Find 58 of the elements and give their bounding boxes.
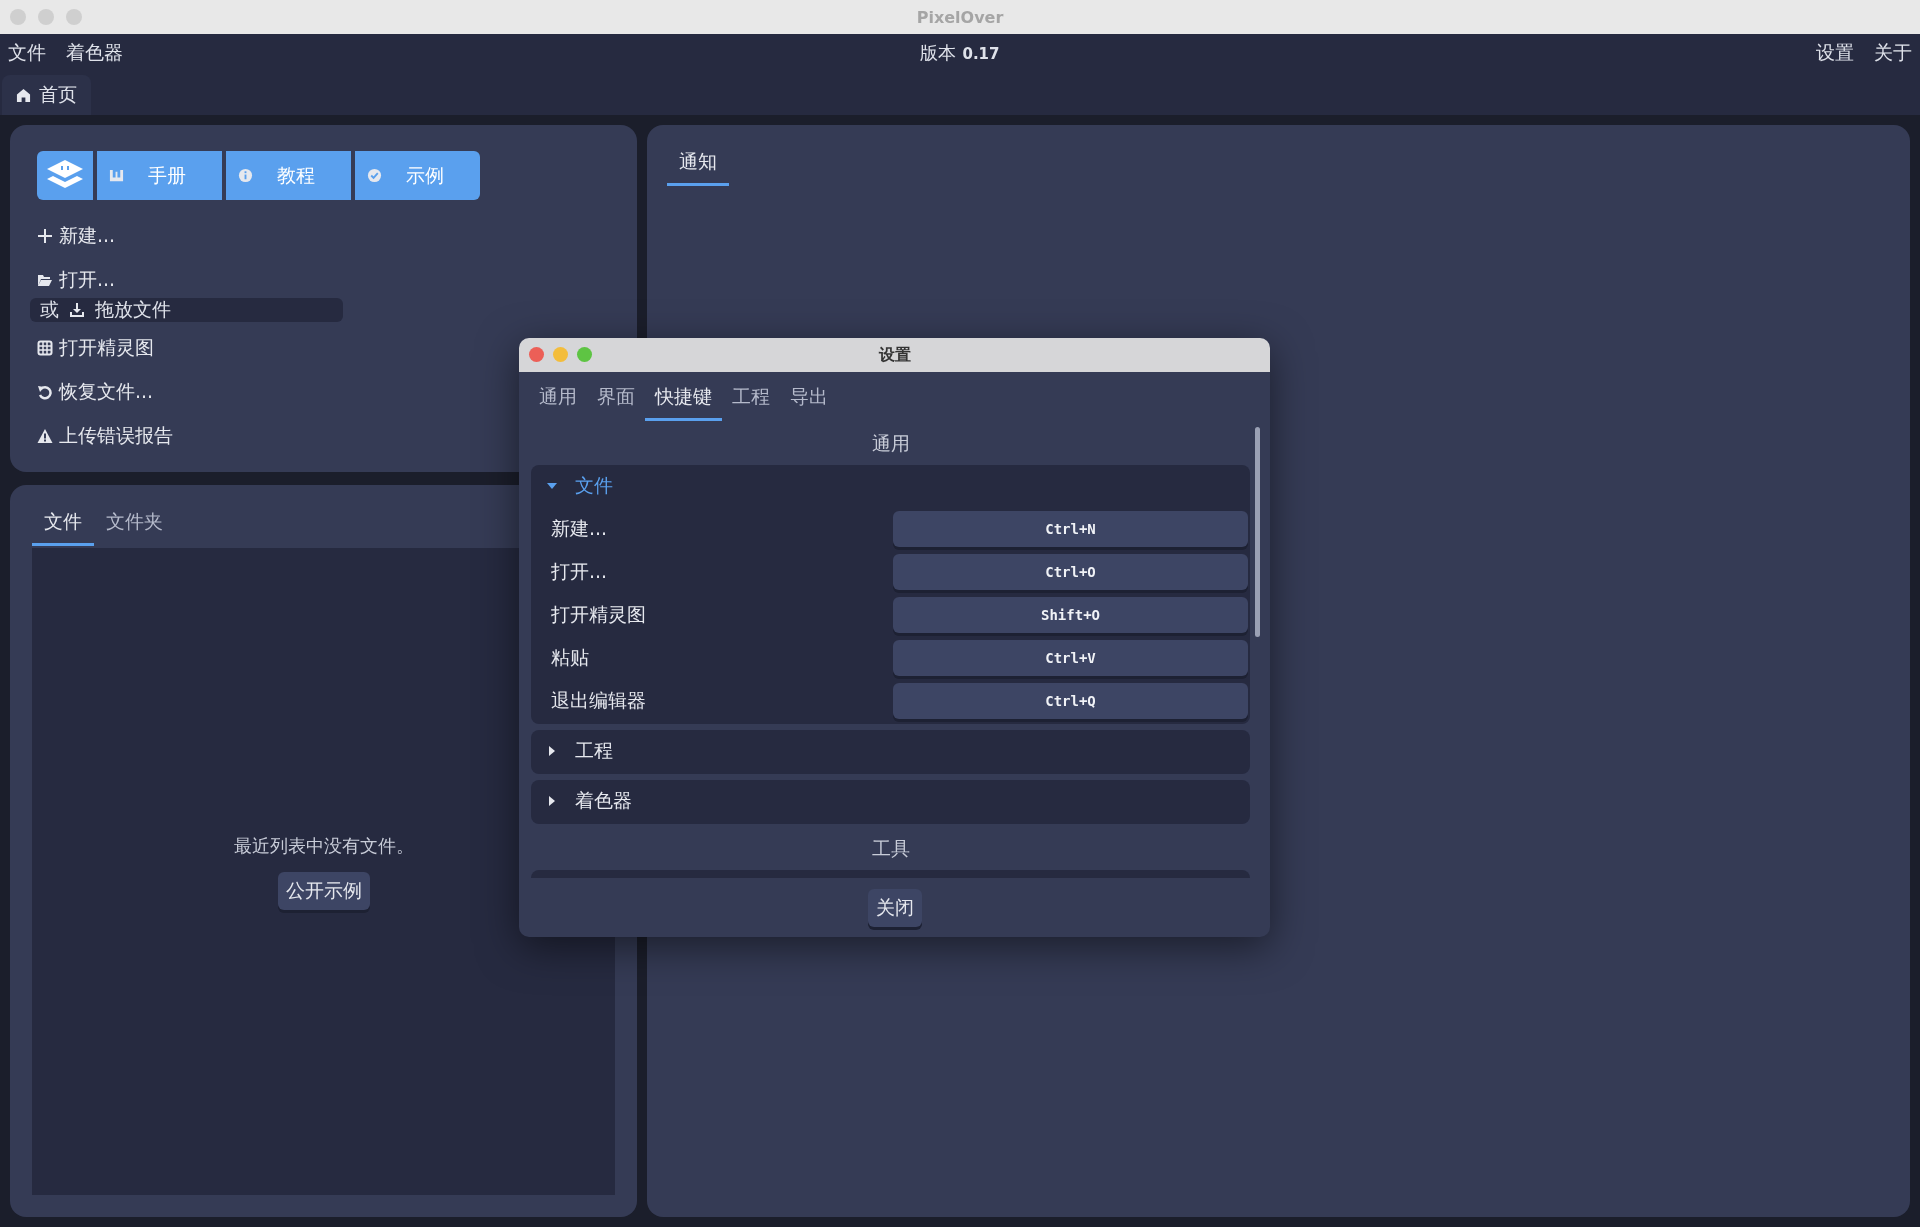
folder-icon [37, 272, 53, 288]
book-icon [109, 168, 124, 183]
shortcut-label: 新建... [551, 515, 609, 541]
settings-tab[interactable]: 导出 [780, 378, 838, 421]
undo-icon [37, 384, 53, 400]
action-link[interactable]: 打开精灵图 [37, 330, 154, 366]
shortcut-label: 打开精灵图 [551, 601, 647, 627]
shortcut-key-button[interactable]: Ctrl+O [893, 553, 1248, 590]
hint-text: 拖放文件 [95, 297, 171, 322]
group-header[interactable]: 工程 [531, 730, 1250, 772]
house-icon [16, 87, 31, 103]
menu-item[interactable]: 文件 [8, 40, 46, 66]
shortcut-label: 退出编辑器 [551, 687, 647, 713]
shortcut-key-button[interactable]: Ctrl+Q [893, 682, 1248, 719]
shortcut-key-button[interactable]: Shift+O [893, 596, 1248, 633]
grid-icon [37, 340, 53, 356]
shortcut-key-button[interactable]: Ctrl+V [893, 639, 1248, 676]
menu-item[interactable]: 关于 [1874, 40, 1912, 66]
download-icon [69, 302, 85, 318]
zoom-button[interactable] [66, 9, 82, 25]
checkmark-icon [367, 168, 382, 183]
menu-item[interactable]: 设置 [1816, 40, 1854, 66]
info-icon [238, 168, 253, 183]
hint-prefix: 或 [40, 297, 59, 322]
action-link[interactable]: 打开... [37, 262, 116, 298]
settings-tab[interactable]: 快捷键 [645, 378, 722, 421]
group-header[interactable]: 文件 [531, 465, 1250, 507]
logo-button[interactable] [37, 151, 93, 200]
settings-tab[interactable]: 通用 [529, 378, 587, 421]
action-link[interactable]: 上传错误报告 [37, 418, 173, 454]
zoom-button[interactable] [577, 347, 592, 362]
home-tab[interactable]: 首页 [2, 75, 91, 115]
panel-tab[interactable]: 通知 [667, 143, 729, 186]
minimize-button[interactable] [38, 9, 54, 25]
action-link[interactable]: 新建... [37, 218, 116, 254]
minimize-button[interactable] [553, 347, 568, 362]
settings-tab[interactable]: 界面 [587, 378, 645, 421]
section-heading: 通用 [870, 431, 911, 456]
group-header[interactable]: 着色器 [531, 780, 1250, 822]
section-heading: 工具 [870, 836, 911, 861]
close-button[interactable] [529, 347, 544, 362]
shortcut-key-button[interactable]: Ctrl+N [893, 510, 1248, 547]
dialog-title: 设置 [878, 344, 911, 366]
settings-tab[interactable]: 工程 [722, 378, 780, 421]
empty-message: 最近列表中没有文件。 [233, 833, 414, 858]
menu-item[interactable]: 着色器 [66, 40, 123, 66]
shortcut-label: 粘贴 [551, 644, 590, 670]
version-label: 版本 [920, 41, 957, 65]
window-title: PixelOver [916, 7, 1004, 27]
warning-icon [37, 428, 53, 444]
close-dialog-button[interactable]: 关闭 [867, 888, 922, 927]
plus-icon [37, 228, 53, 244]
close-button[interactable] [10, 9, 26, 25]
version-number: 0.17 [962, 45, 1000, 63]
panel-tab[interactable]: 文件夹 [94, 503, 175, 546]
open-examples-button[interactable]: 公开示例 [277, 871, 370, 910]
action-link[interactable]: 恢复文件... [37, 374, 154, 410]
shortcut-label: 打开... [551, 558, 609, 584]
